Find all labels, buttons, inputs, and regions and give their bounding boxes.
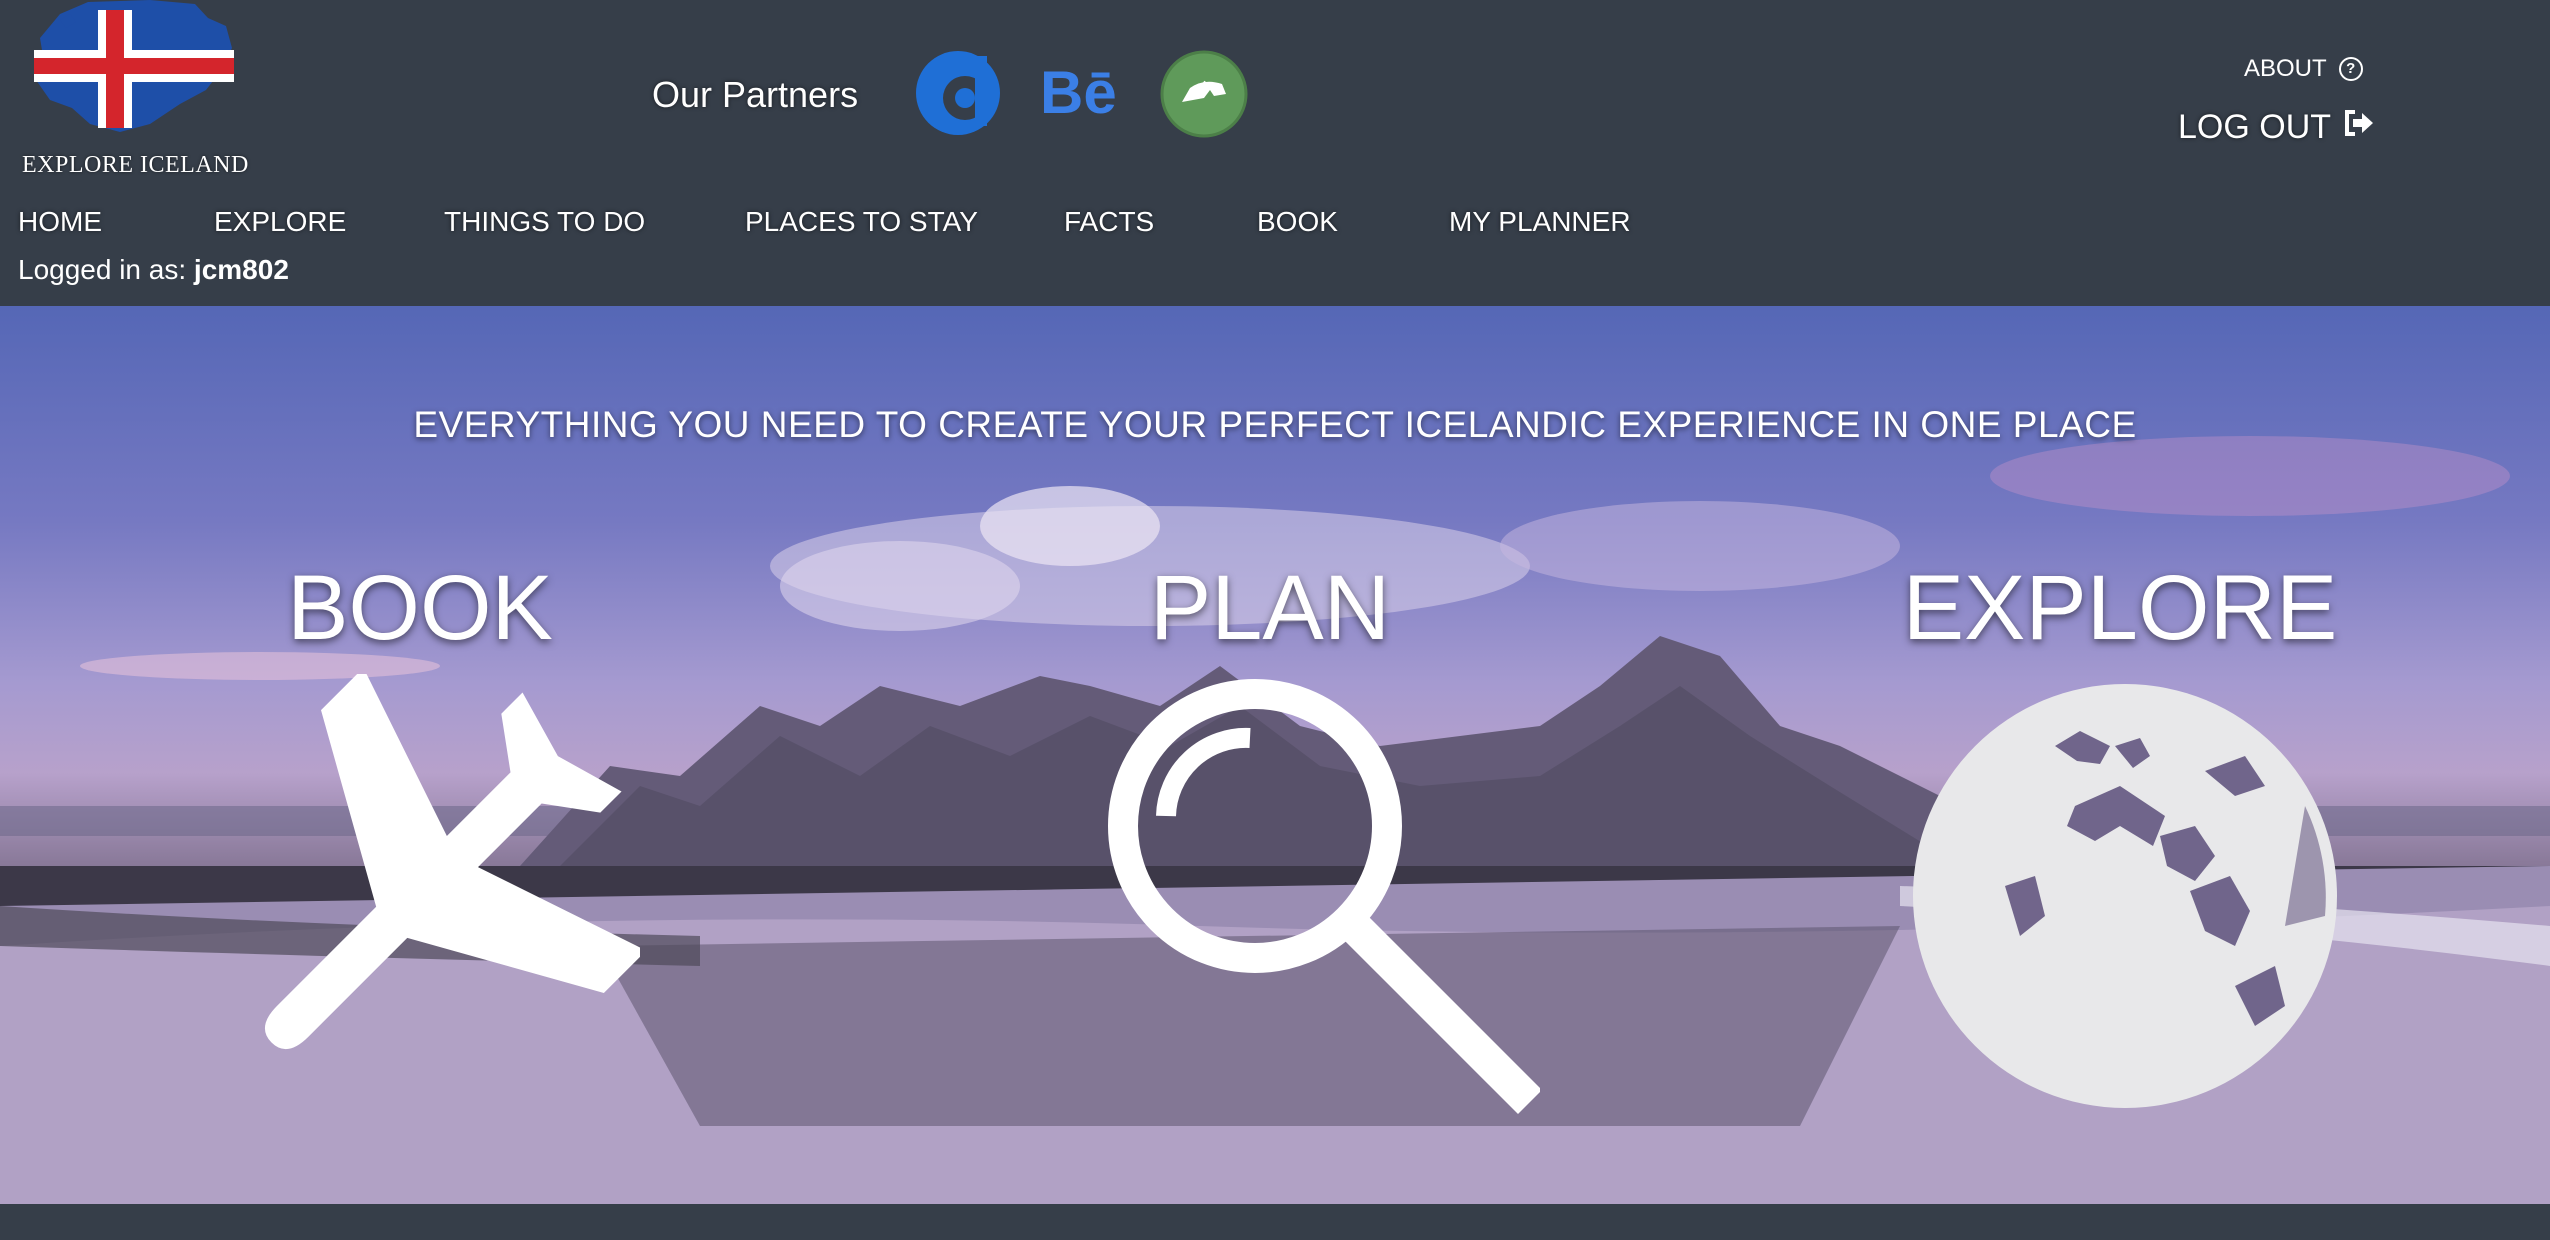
feature-title-plan[interactable]: PLAN [1110, 556, 1430, 661]
logout-button[interactable]: LOG OUT [2178, 108, 2375, 147]
feature-title-book[interactable]: BOOK [260, 556, 580, 661]
nav-item-explore[interactable]: EXPLORE [214, 206, 346, 238]
question-circle-icon: ? [2338, 57, 2363, 81]
globe-icon[interactable] [1905, 676, 2345, 1116]
nav-item-places-to-stay[interactable]: PLACES TO STAY [745, 206, 978, 238]
devianart-icon[interactable] [1160, 50, 1248, 138]
airplane-icon[interactable] [200, 667, 647, 1114]
about-link[interactable]: ABOUT ? [2244, 55, 2363, 83]
sign-out-icon [2343, 108, 2375, 147]
nav-item-book[interactable]: BOOK [1257, 206, 1338, 238]
username: jcm802 [193, 254, 289, 285]
about-label: ABOUT [2244, 55, 2327, 82]
hero-banner: EVERYTHING YOU NEED TO CREATE YOUR PERFE… [0, 306, 2550, 1204]
behance-icon[interactable]: Bē [1040, 58, 1120, 128]
logged-in-status: Logged in as: jcm802 [18, 254, 289, 286]
partners-label: Our Partners [652, 74, 859, 115]
feature-title-explore[interactable]: EXPLORE [1900, 556, 2340, 661]
iceland-flag-map-icon[interactable] [30, 0, 240, 135]
brand-name[interactable]: EXPLORE ICELAND [22, 152, 249, 179]
nav-item-facts[interactable]: FACTS [1064, 206, 1154, 238]
hero-tagline: EVERYTHING YOU NEED TO CREATE YOUR PERFE… [413, 404, 2137, 445]
site-header: EXPLORE ICELAND Our Partners Bē ABOUT ? … [0, 0, 2550, 306]
footer-band [0, 1204, 2550, 1240]
nav-item-things-to-do[interactable]: THINGS TO DO [444, 206, 645, 238]
nav-item-home[interactable]: HOME [18, 206, 102, 238]
magnifying-glass-icon[interactable] [1100, 676, 1543, 1116]
nav-item-my-planner[interactable]: MY PLANNER [1449, 206, 1631, 238]
logged-in-label: Logged in as: [18, 254, 187, 285]
dailymotion-icon[interactable] [915, 50, 1001, 136]
logout-label: LOG OUT [2178, 108, 2332, 146]
